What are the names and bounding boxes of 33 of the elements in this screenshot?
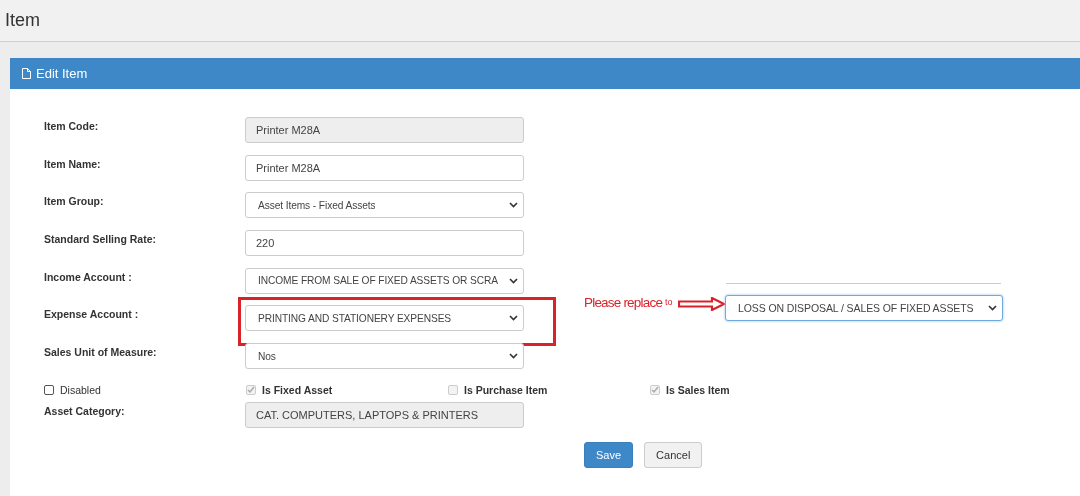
field-label: Item Group: <box>44 194 105 208</box>
checkbox-label: Is Fixed Asset <box>262 383 333 396</box>
chevron-icon <box>509 202 518 209</box>
field-label: Sales Unit of Measure: <box>44 345 158 359</box>
field-label: Standard Selling Rate: <box>44 232 158 246</box>
field-label: Item Name: <box>44 156 102 170</box>
field-label: Item Code: <box>44 119 100 132</box>
checkbox-label: Is Sales Item <box>666 383 730 396</box>
chevron-icon <box>509 277 518 284</box>
dropdown[interactable]: LOSS ON DISPOSAL / SALES OF FIXED ASSETS <box>725 295 1003 322</box>
annotation-note: Please replace <box>584 295 663 311</box>
chevron-icon <box>509 353 518 360</box>
action-button[interactable]: Cancel <box>644 441 703 468</box>
annotation-note: to <box>665 297 673 308</box>
chevron-icon <box>509 315 518 322</box>
dropdown[interactable]: INCOME FROM SALE OF FIXED ASSETS OR SCRA <box>245 267 524 294</box>
field-label: Asset Category: <box>44 403 126 417</box>
chevron-icon <box>988 305 997 312</box>
field-label: Expense Account : <box>44 307 140 321</box>
checkbox[interactable] <box>44 384 54 395</box>
action-button[interactable]: Save <box>584 441 634 468</box>
input-field[interactable]: Printer M28A <box>245 154 524 181</box>
dropdown[interactable]: Nos <box>245 343 524 370</box>
page-title: Item <box>5 10 40 31</box>
input-field[interactable]: 220 <box>245 230 524 257</box>
dropdown[interactable]: Asset Items - Fixed Assets <box>245 192 524 219</box>
arrow-icon <box>678 297 726 312</box>
checkbox-label: Is Purchase Item <box>464 383 548 396</box>
document-icon <box>22 68 31 79</box>
dropdown[interactable]: PRINTING AND STATIONERY EXPENSES <box>245 305 524 332</box>
field-label: Income Account : <box>44 269 133 283</box>
checkbox-label: Disabled <box>60 383 101 396</box>
panel-title: Edit Item <box>36 66 88 81</box>
